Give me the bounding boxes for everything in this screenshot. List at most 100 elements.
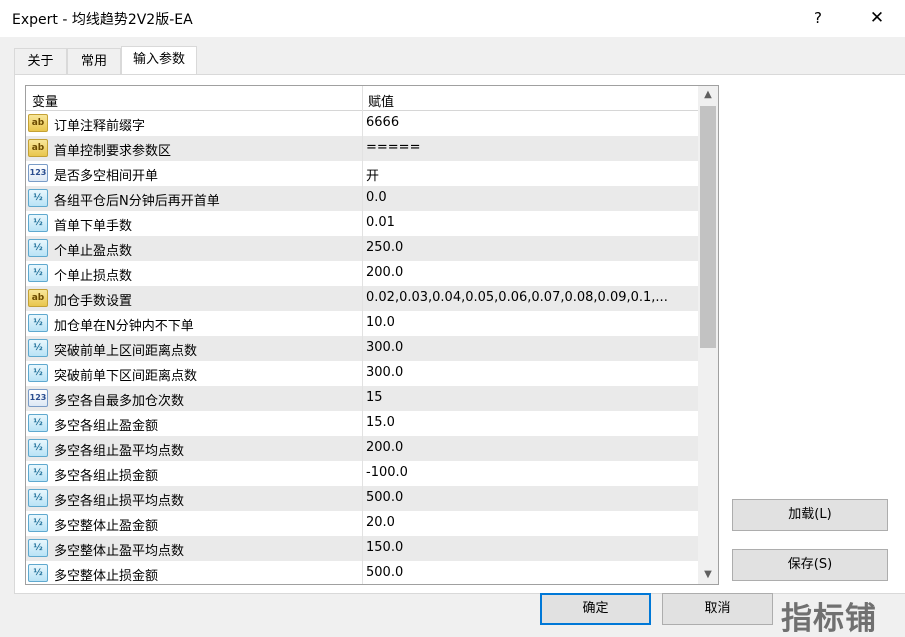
table-row[interactable]: ab 订单注释前缀字 6666 <box>26 111 698 136</box>
value-cell[interactable]: -100.0 <box>366 465 696 480</box>
table-row[interactable]: ½ 多空各组止损平均点数 500.0 <box>26 486 698 511</box>
double-type-icon: ½ <box>28 314 48 332</box>
string-type-icon: ab <box>28 114 48 132</box>
cell-divider <box>362 236 363 261</box>
table-row[interactable]: ab 首单控制要求参数区 ===== <box>26 136 698 161</box>
table-row[interactable]: ½ 多空各组止损金额 -100.0 <box>26 461 698 486</box>
cell-divider <box>362 436 363 461</box>
tab-about[interactable]: 关于 <box>14 48 67 75</box>
value-cell[interactable]: 10.0 <box>366 315 696 330</box>
value-cell[interactable]: 200.0 <box>366 440 696 455</box>
value-cell[interactable]: 500.0 <box>366 490 696 505</box>
table-row[interactable]: ½ 个单止损点数 200.0 <box>26 261 698 286</box>
cell-divider <box>362 461 363 486</box>
value-cell[interactable]: 300.0 <box>366 340 696 355</box>
variable-name: 各组平仓后N分钟后再开首单 <box>54 194 220 209</box>
variable-name: 突破前单下区间距离点数 <box>54 369 198 384</box>
cell-divider <box>362 511 363 536</box>
variable-name: 首单下单手数 <box>54 219 133 234</box>
table-row[interactable]: ½ 首单下单手数 0.01 <box>26 211 698 236</box>
variable-name: 订单注释前缀字 <box>54 119 146 134</box>
integer-type-icon: 123 <box>28 164 48 182</box>
load-button[interactable]: 加载(L) <box>732 499 888 531</box>
variable-name: 个单止损点数 <box>54 269 133 284</box>
cell-divider <box>362 286 363 311</box>
value-cell[interactable]: 500.0 <box>366 565 696 580</box>
cell-divider <box>362 536 363 561</box>
double-type-icon: ½ <box>28 464 48 482</box>
variable-name: 多空各组止损金额 <box>54 469 159 484</box>
double-type-icon: ½ <box>28 339 48 357</box>
ok-button[interactable]: 确定 <box>540 593 651 625</box>
variable-name: 首单控制要求参数区 <box>54 144 172 159</box>
value-cell[interactable]: 0.0 <box>366 190 696 205</box>
tab-common[interactable]: 常用 <box>67 48 121 75</box>
table-row[interactable]: ½ 多空整体止盈平均点数 150.0 <box>26 536 698 561</box>
cell-divider <box>362 336 363 361</box>
table-row[interactable]: ½ 突破前单下区间距离点数 300.0 <box>26 361 698 386</box>
value-cell[interactable]: 6666 <box>366 115 696 130</box>
double-type-icon: ½ <box>28 564 48 582</box>
variable-name: 多空各组止损平均点数 <box>54 494 185 509</box>
column-header-variable[interactable]: 变量 <box>32 91 58 110</box>
cell-divider <box>362 111 363 136</box>
cell-divider <box>362 411 363 436</box>
double-type-icon: ½ <box>28 239 48 257</box>
double-type-icon: ½ <box>28 489 48 507</box>
parameters-grid: 变量 赋值 ab 订单注释前缀字 6666 ab 首单控制要求参数区 ===== 123 是否… <box>25 85 719 585</box>
tab-input-params[interactable]: 输入参数 <box>121 46 197 75</box>
table-row[interactable]: ½ 多空各组止盈平均点数 200.0 <box>26 436 698 461</box>
variable-name: 多空整体止损金额 <box>54 569 159 584</box>
value-cell[interactable]: 150.0 <box>366 540 696 555</box>
table-row[interactable]: ½ 个单止盈点数 250.0 <box>26 236 698 261</box>
value-cell[interactable]: 15.0 <box>366 415 696 430</box>
value-cell[interactable]: ===== <box>366 140 696 155</box>
scroll-down-icon[interactable]: ▼ <box>698 566 718 584</box>
value-cell[interactable]: 250.0 <box>366 240 696 255</box>
column-header-value[interactable]: 赋值 <box>368 91 394 110</box>
variable-name: 多空整体止盈平均点数 <box>54 544 185 559</box>
value-cell[interactable]: 300.0 <box>366 365 696 380</box>
cell-divider <box>362 361 363 386</box>
cell-divider <box>362 386 363 411</box>
table-row[interactable]: ½ 多空整体止损金额 500.0 <box>26 561 698 584</box>
table-row[interactable]: ½ 各组平仓后N分钟后再开首单 0.0 <box>26 186 698 211</box>
close-button[interactable]: ✕ <box>858 4 896 32</box>
column-divider[interactable] <box>362 86 363 111</box>
double-type-icon: ½ <box>28 514 48 532</box>
value-cell[interactable]: 15 <box>366 390 696 405</box>
table-row[interactable]: ½ 多空整体止盈金额 20.0 <box>26 511 698 536</box>
variable-name: 多空整体止盈金额 <box>54 519 159 534</box>
cell-divider <box>362 311 363 336</box>
table-row[interactable]: ½ 突破前单上区间距离点数 300.0 <box>26 336 698 361</box>
cell-divider <box>362 486 363 511</box>
table-row[interactable]: ½ 加仓单在N分钟内不下单 10.0 <box>26 311 698 336</box>
value-cell[interactable]: 200.0 <box>366 265 696 280</box>
cell-divider <box>362 161 363 186</box>
integer-type-icon: 123 <box>28 389 48 407</box>
save-button[interactable]: 保存(S) <box>732 549 888 581</box>
value-cell[interactable]: 20.0 <box>366 515 696 530</box>
variable-name: 突破前单上区间距离点数 <box>54 344 198 359</box>
help-button[interactable]: ? <box>800 4 836 32</box>
cancel-button[interactable]: 取消 <box>662 593 773 625</box>
variable-name: 是否多空相间开单 <box>54 169 159 184</box>
double-type-icon: ½ <box>28 439 48 457</box>
variable-name: 多空各自最多加仓次数 <box>54 394 185 409</box>
double-type-icon: ½ <box>28 264 48 282</box>
cell-divider <box>362 261 363 286</box>
table-row[interactable]: 123 多空各自最多加仓次数 15 <box>26 386 698 411</box>
table-row[interactable]: ½ 多空各组止盈金额 15.0 <box>26 411 698 436</box>
scroll-up-icon[interactable]: ▲ <box>698 86 718 104</box>
double-type-icon: ½ <box>28 539 48 557</box>
value-cell[interactable]: 开 <box>366 165 696 184</box>
vertical-scrollbar[interactable]: ▲ ▼ <box>698 86 718 584</box>
value-cell[interactable]: 0.02,0.03,0.04,0.05,0.06,0.07,0.08,0.09,… <box>366 290 696 305</box>
double-type-icon: ½ <box>28 414 48 432</box>
cell-divider <box>362 561 363 584</box>
table-row[interactable]: ab 加仓手数设置 0.02,0.03,0.04,0.05,0.06,0.07,0.… <box>26 286 698 311</box>
value-cell[interactable]: 0.01 <box>366 215 696 230</box>
scrollbar-thumb[interactable] <box>700 106 716 348</box>
table-row[interactable]: 123 是否多空相间开单 开 <box>26 161 698 186</box>
variable-name: 多空各组止盈金额 <box>54 419 159 434</box>
